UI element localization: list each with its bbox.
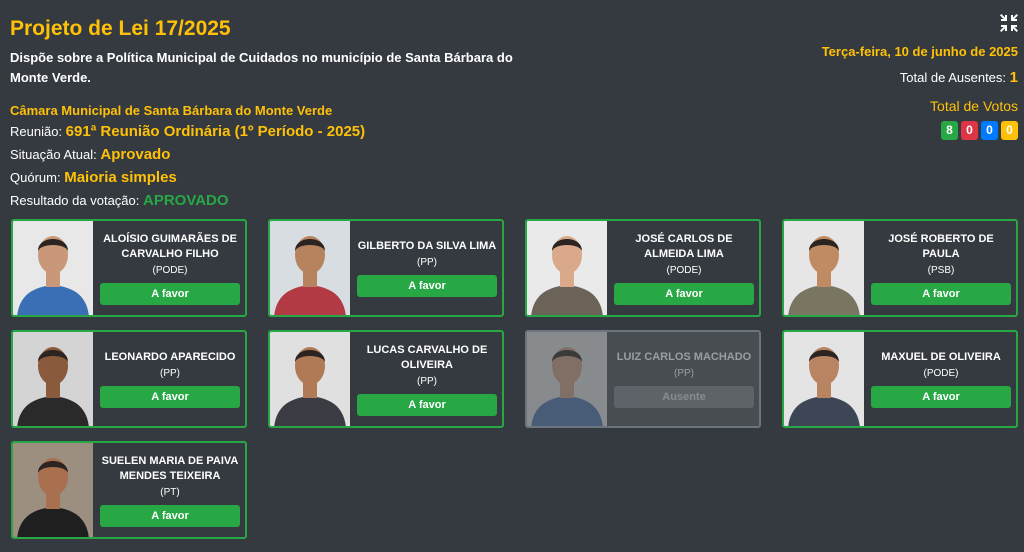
councilor-photo <box>527 332 607 426</box>
vote-favor-badge: A favor <box>100 282 240 305</box>
result-value: APROVADO <box>143 192 229 209</box>
councilor-name: LUIZ CARLOS MACHADO <box>616 351 752 363</box>
councilor-party: (PP) <box>160 368 180 379</box>
result-label: Resultado da votação: <box>10 193 140 208</box>
bill-summary: Dispõe sobre a Política Municipal de Cui… <box>10 50 513 85</box>
councilor-info: JOSÉ CARLOS DE ALMEIDA LIMA (PODE) A favor <box>607 221 759 315</box>
vote-badges: 8 0 0 0 <box>822 121 1018 140</box>
absent-status-badge: Ausente <box>614 386 754 408</box>
councilor-name: ALOÍSIO GUIMARÃES DE CARVALHO FILHO <box>103 232 237 260</box>
councilor-name: JOSÉ ROBERTO DE PAULA <box>888 232 994 260</box>
councilor-card: GILBERTO DA SILVA LIMA (PP) A favor <box>268 219 504 317</box>
councilor-card: LEONARDO APARECIDO (PP) A favor <box>11 330 247 428</box>
vote-favor-badge: A favor <box>357 275 497 297</box>
vote-favor-badge: A favor <box>871 282 1011 305</box>
councilor-party: (PT) <box>160 486 180 498</box>
councilor-party: (PP) <box>417 375 437 387</box>
councilor-info: ALOÍSIO GUIMARÃES DE CARVALHO FILHO (PODE… <box>93 221 245 315</box>
compress-icon[interactable] <box>1000 14 1018 32</box>
councilor-party: (PP) <box>417 257 437 268</box>
summary-panel: Terça-feira, 10 de junho de 2025 Total d… <box>822 14 1018 140</box>
absent-count: 1 <box>1009 69 1018 86</box>
councilor-card: JOSÉ ROBERTO DE PAULA (PSB) A favor <box>782 219 1018 317</box>
vote-favor-badge: A favor <box>614 282 754 305</box>
councilor-name: LUCAS CARVALHO DE OLIVEIRA <box>366 343 488 371</box>
councilor-party: (PODE) <box>666 264 702 276</box>
councilor-card: MAXUEL DE OLIVEIRA (PODE) A favor <box>782 330 1018 428</box>
other-votes-badge: 0 <box>1001 121 1018 140</box>
councilor-party: (PSB) <box>927 264 955 276</box>
councilor-photo <box>784 221 864 315</box>
yes-votes-badge: 8 <box>941 121 958 140</box>
councilor-party: (PP) <box>674 368 694 379</box>
councilor-card: SUELEN MARIA DE PAIVA MENDES TEIXEIRA (PT… <box>11 441 247 539</box>
absent-label: Total de Ausentes: <box>899 70 1007 85</box>
meeting-label: Reunião: <box>10 124 63 139</box>
councilor-photo <box>784 332 864 426</box>
vote-favor-badge: A favor <box>871 386 1011 408</box>
meeting-value: 691ª Reunião Ordinária (1º Período - 202… <box>65 123 366 140</box>
page-title: Projeto de Lei 17/2025 <box>10 17 231 40</box>
councilor-name: JOSÉ CARLOS DE ALMEIDA LIMA <box>635 232 733 260</box>
councilor-name: SUELEN MARIA DE PAIVA MENDES TEIXEIRA <box>101 454 239 482</box>
absent-total: Total de Ausentes: 1 <box>822 69 1018 87</box>
councilor-photo <box>13 443 93 537</box>
vote-favor-badge: A favor <box>357 393 497 416</box>
votes-title: Total de Votos <box>930 98 1018 114</box>
councilor-name: GILBERTO DA SILVA LIMA <box>357 240 497 252</box>
quorum-value: Maioria simples <box>64 169 177 186</box>
councilor-info: MAXUEL DE OLIVEIRA (PODE) A favor <box>864 332 1016 426</box>
chamber-name: Câmara Municipal de Santa Bárbara do Mon… <box>10 103 333 118</box>
councilor-name: MAXUEL DE OLIVEIRA <box>881 351 1001 363</box>
status-value: Aprovado <box>100 146 171 163</box>
councilor-name: LEONARDO APARECIDO <box>104 351 236 363</box>
councilor-info: JOSÉ ROBERTO DE PAULA (PSB) A favor <box>864 221 1016 315</box>
councilor-party: (PODE) <box>923 368 959 379</box>
quorum-label: Quórum: <box>10 170 61 185</box>
councilor-card: LUCAS CARVALHO DE OLIVEIRA (PP) A favor <box>268 330 504 428</box>
councilor-info: LEONARDO APARECIDO (PP) A favor <box>93 332 245 426</box>
councilor-info: SUELEN MARIA DE PAIVA MENDES TEIXEIRA (PT… <box>93 443 245 537</box>
councilor-card: LUIZ CARLOS MACHADO (PP) Ausente <box>525 330 761 428</box>
bill-header: Projeto de Lei 17/2025 Dispõe sobre a Po… <box>10 16 530 212</box>
councilor-info: LUCAS CARVALHO DE OLIVEIRA (PP) A favor <box>350 332 502 426</box>
councilor-photo <box>270 332 350 426</box>
quorum-line: Quórum: Maioria simples <box>10 166 530 189</box>
vote-favor-badge: A favor <box>100 504 240 527</box>
result-line: Resultado da votação: APROVADO <box>10 189 530 212</box>
councilor-party: (PODE) <box>152 264 188 276</box>
councilor-photo <box>527 221 607 315</box>
councilor-card: ALOÍSIO GUIMARÃES DE CARVALHO FILHO (PODE… <box>11 219 247 317</box>
councilor-info: LUIZ CARLOS MACHADO (PP) Ausente <box>607 332 759 426</box>
abstain-votes-badge: 0 <box>981 121 998 140</box>
councilor-card: JOSÉ CARLOS DE ALMEIDA LIMA (PODE) A favor <box>525 219 761 317</box>
councilor-photo <box>270 221 350 315</box>
councilor-info: GILBERTO DA SILVA LIMA (PP) A favor <box>350 221 502 315</box>
session-date: Terça-feira, 10 de junho de 2025 <box>821 44 1018 59</box>
vote-favor-badge: A favor <box>100 386 240 408</box>
councilor-photo <box>13 332 93 426</box>
status-line: Situação Atual: Aprovado <box>10 143 530 166</box>
no-votes-badge: 0 <box>961 121 978 140</box>
status-label: Situação Atual: <box>10 147 97 162</box>
meeting-line: Reunião: 691ª Reunião Ordinária (1º Perí… <box>10 120 530 143</box>
councilor-photo <box>13 221 93 315</box>
